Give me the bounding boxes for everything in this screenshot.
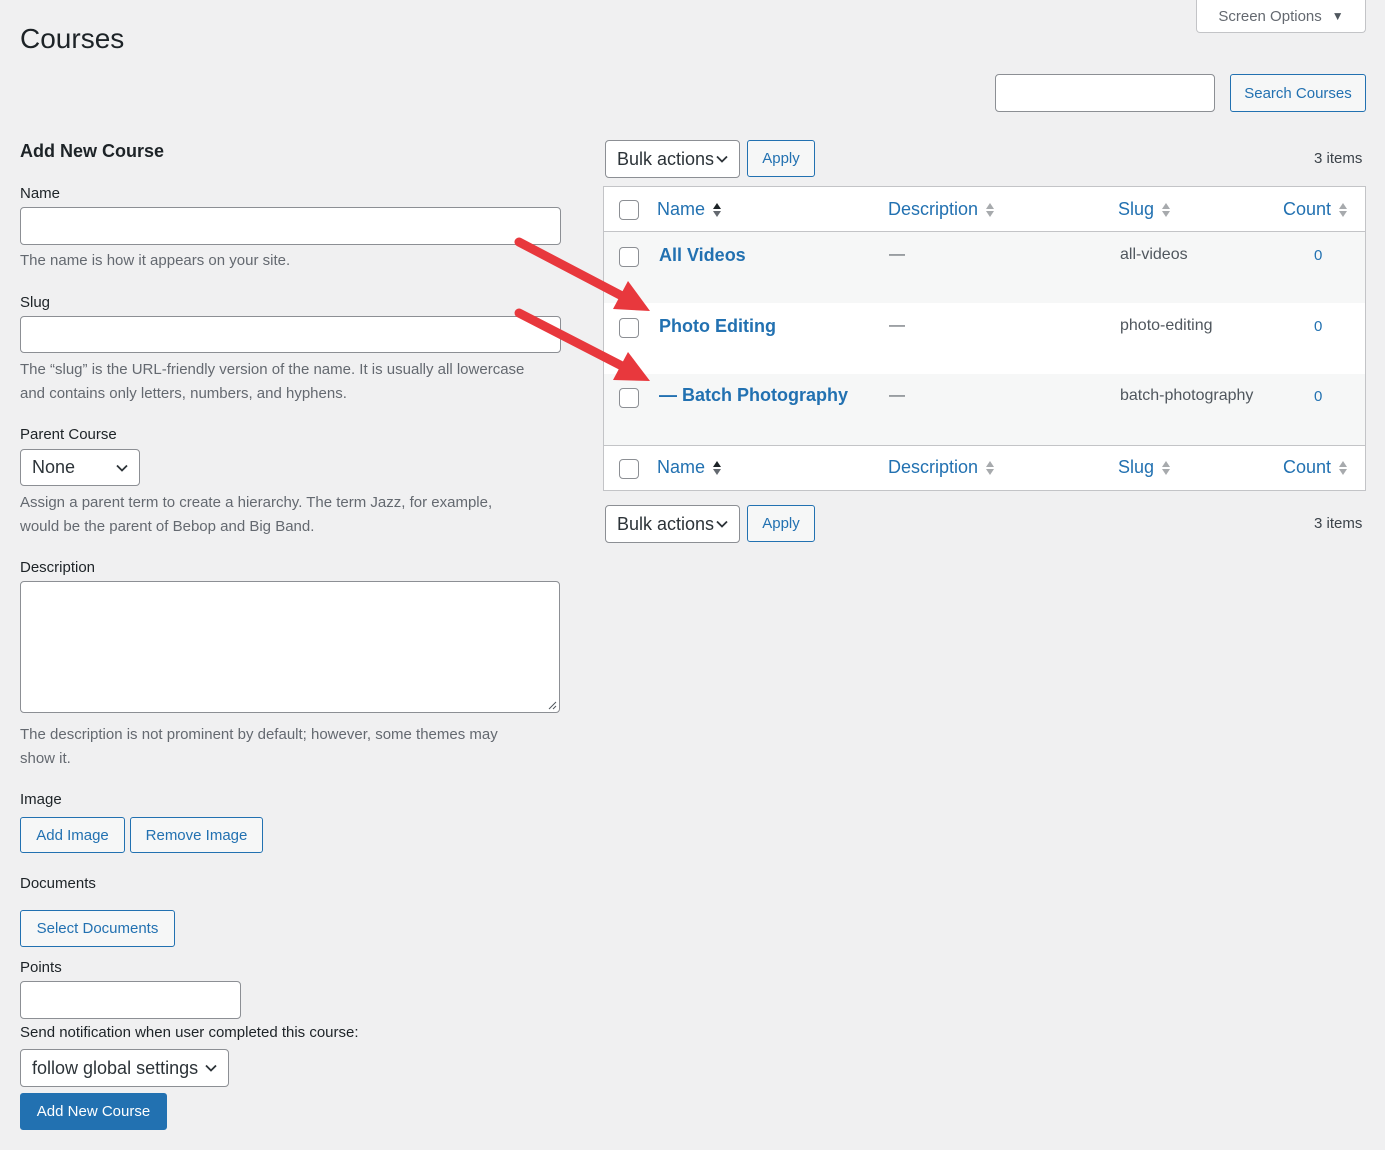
- column-count-label: Count: [1283, 199, 1332, 219]
- parent-help-line-1: Assign a parent term to create a hierarc…: [20, 494, 493, 511]
- row-description: —: [889, 246, 905, 263]
- chevron-down-icon: [205, 1064, 217, 1072]
- search-courses-button[interactable]: Search Courses: [1230, 74, 1366, 112]
- sort-icon: [1162, 202, 1171, 217]
- table-footer-row: Name Description Slug Count: [604, 445, 1365, 490]
- parent-course-select[interactable]: None: [20, 449, 140, 486]
- sort-icon: [1162, 460, 1171, 475]
- search-input[interactable]: [995, 74, 1215, 112]
- bulk-actions-label: Bulk actions: [617, 148, 715, 169]
- row-checkbox[interactable]: [619, 247, 639, 267]
- column-slug-label: Slug: [1118, 457, 1155, 477]
- table-row: All Videos — all-videos 0: [604, 232, 1365, 303]
- apply-button-bottom[interactable]: Apply: [747, 505, 815, 542]
- form-title: Add New Course: [20, 141, 165, 161]
- row-name-link[interactable]: All Videos: [659, 245, 746, 266]
- sort-icon: [1339, 460, 1348, 475]
- name-field[interactable]: [20, 207, 561, 245]
- row-count-link[interactable]: 0: [1314, 318, 1322, 335]
- column-description-label: Description: [888, 457, 979, 477]
- sort-icon: [986, 202, 995, 217]
- screen-options-button[interactable]: Screen Options ▼: [1196, 0, 1366, 33]
- screen-options-label: Screen Options: [1218, 7, 1322, 25]
- parent-course-label: Parent Course: [20, 426, 117, 443]
- add-image-button[interactable]: Add Image: [20, 817, 125, 853]
- row-name-link[interactable]: Photo Editing: [659, 316, 776, 337]
- slug-label: Slug: [20, 294, 51, 311]
- description-help-line-1: The description is not prominent by defa…: [20, 726, 498, 743]
- row-description: —: [889, 317, 905, 334]
- row-slug: all-videos: [1120, 246, 1188, 263]
- parent-course-selected: None: [32, 457, 76, 477]
- column-footer-name[interactable]: Name: [657, 457, 723, 478]
- documents-label: Documents: [20, 875, 96, 892]
- row-checkbox[interactable]: [619, 388, 639, 408]
- row-name-link[interactable]: — Batch Photography: [659, 385, 848, 406]
- slug-help: The “slug” is the URL-friendly version o…: [20, 358, 565, 406]
- chevron-down-icon: [716, 155, 728, 163]
- column-description-label: Description: [888, 199, 979, 219]
- description-help: The description is not prominent by defa…: [20, 723, 565, 771]
- notification-select[interactable]: follow global settings: [20, 1049, 229, 1087]
- table-header-row: Name Description Slug Count: [604, 187, 1365, 232]
- items-count-bottom: 3 items: [1314, 515, 1363, 532]
- column-count-label: Count: [1283, 457, 1332, 477]
- remove-image-button[interactable]: Remove Image: [130, 817, 263, 853]
- courses-page: Courses Screen Options ▼ Search Courses …: [0, 0, 1385, 1150]
- row-description: —: [889, 387, 905, 404]
- bulk-actions-label: Bulk actions: [617, 513, 715, 534]
- apply-button-top[interactable]: Apply: [747, 140, 815, 177]
- add-new-course-button[interactable]: Add New Course: [20, 1093, 167, 1130]
- bulk-actions-select-bottom[interactable]: Bulk actions: [605, 505, 740, 543]
- column-header-count[interactable]: Count: [1283, 199, 1349, 220]
- parent-course-help: Assign a parent term to create a hierarc…: [20, 491, 565, 539]
- points-field[interactable]: [20, 981, 241, 1019]
- caret-down-icon: ▼: [1331, 9, 1344, 23]
- sort-icon: [1339, 202, 1348, 217]
- sort-icon: [986, 460, 995, 475]
- column-header-slug[interactable]: Slug: [1118, 199, 1172, 220]
- select-all-checkbox[interactable]: [619, 200, 639, 220]
- description-label: Description: [20, 559, 96, 576]
- column-name-label: Name: [657, 457, 706, 477]
- column-name-label: Name: [657, 199, 706, 219]
- row-checkbox[interactable]: [619, 318, 639, 338]
- table-row: — Batch Photography — batch-photography …: [604, 374, 1365, 445]
- resize-handle-icon[interactable]: [547, 700, 557, 710]
- row-slug: batch-photography: [1120, 387, 1254, 404]
- column-footer-count[interactable]: Count: [1283, 457, 1349, 478]
- slug-help-line-1: The “slug” is the URL-friendly version o…: [20, 361, 525, 378]
- page-title: Courses: [20, 23, 125, 54]
- slug-field[interactable]: [20, 316, 561, 353]
- name-label: Name: [20, 185, 61, 202]
- description-textarea[interactable]: [20, 581, 560, 713]
- name-help: The name is how it appears on your site.: [20, 252, 291, 269]
- items-count-top: 3 items: [1314, 150, 1363, 167]
- table-row: Photo Editing — photo-editing 0: [604, 303, 1365, 374]
- courses-table: Name Description Slug Count All Videos —…: [603, 186, 1366, 491]
- sort-asc-icon: [713, 460, 722, 475]
- row-count-link[interactable]: 0: [1314, 388, 1322, 405]
- bulk-actions-select-top[interactable]: Bulk actions: [605, 140, 740, 178]
- chevron-down-icon: [716, 520, 728, 528]
- sort-asc-icon: [713, 202, 722, 217]
- select-all-checkbox-footer[interactable]: [619, 459, 639, 479]
- slug-help-line-2: and contains only letters, numbers, and …: [20, 385, 347, 402]
- image-label: Image: [20, 791, 62, 808]
- points-label: Points: [20, 959, 62, 976]
- column-footer-description[interactable]: Description: [888, 457, 996, 478]
- column-header-description[interactable]: Description: [888, 199, 996, 220]
- column-slug-label: Slug: [1118, 199, 1155, 219]
- chevron-down-icon: [116, 464, 128, 472]
- row-count-link[interactable]: 0: [1314, 247, 1322, 264]
- row-slug: photo-editing: [1120, 317, 1213, 334]
- notification-label: Send notification when user completed th…: [20, 1024, 359, 1041]
- notification-selected: follow global settings: [32, 1057, 199, 1078]
- parent-help-line-2: would be the parent of Bebop and Big Ban…: [20, 518, 315, 535]
- select-documents-button[interactable]: Select Documents: [20, 910, 175, 947]
- column-footer-slug[interactable]: Slug: [1118, 457, 1172, 478]
- description-help-line-2: show it.: [20, 750, 71, 767]
- column-header-name[interactable]: Name: [657, 199, 723, 220]
